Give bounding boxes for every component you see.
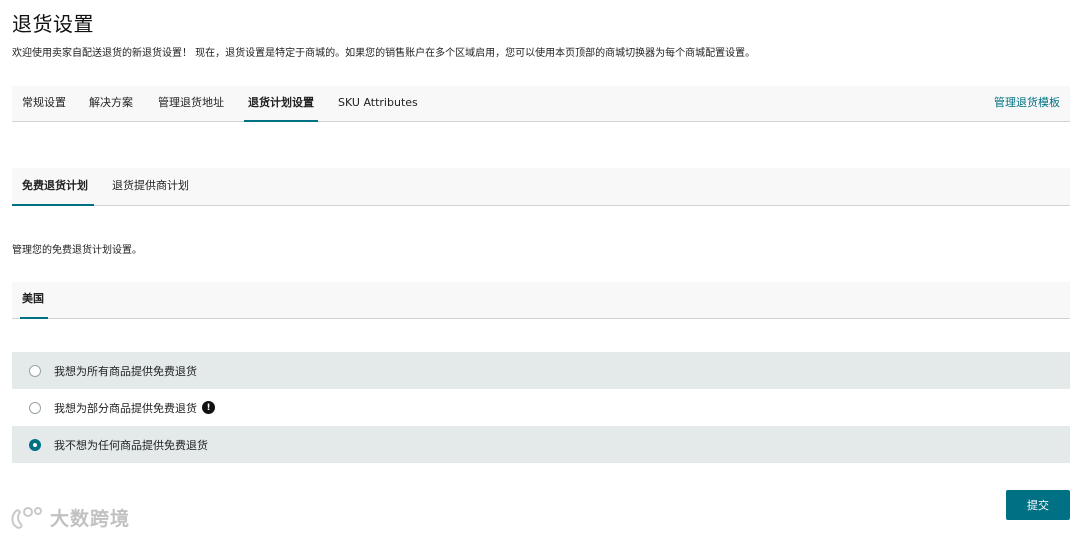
submit-button[interactable]: 提交 <box>1006 490 1070 520</box>
radio-no-items[interactable] <box>29 438 41 451</box>
sub-tab-bar: 免费退货计划 退货提供商计划 <box>12 168 1070 206</box>
option-some-items[interactable]: 我想为部分商品提供免费退货 ! <box>12 389 1070 426</box>
region-tab-us[interactable]: 美国 <box>20 282 48 319</box>
watermark-icon <box>11 506 42 529</box>
main-tab-bar: 常规设置 解决方案 管理退货地址 退货计划设置 SKU Attributes 管… <box>12 86 1070 122</box>
intro-text: 欢迎使用卖家自配送退货的新退货设置！ 现在，退货设置是特定于商城的。如果您的销售… <box>12 48 756 59</box>
region-tab-bar: 美国 <box>12 282 1070 319</box>
section-description: 管理您的免费退货计划设置。 <box>12 245 142 256</box>
option-no-items[interactable]: 我不想为任何商品提供免费退货 <box>12 426 1070 463</box>
free-return-options: 我想为所有商品提供免费退货 我想为部分商品提供免费退货 ! 我不想为任何商品提供… <box>12 352 1070 463</box>
manage-return-template-link[interactable]: 管理退货模板 <box>994 86 1060 122</box>
tab-general-settings[interactable]: 常规设置 <box>22 86 66 122</box>
option-label: 我想为部分商品提供免费退货 <box>54 401 197 415</box>
info-icon[interactable]: ! <box>202 401 215 414</box>
tab-return-program-settings[interactable]: 退货计划设置 <box>244 86 318 122</box>
radio-all-items[interactable] <box>29 364 41 377</box>
option-all-items[interactable]: 我想为所有商品提供免费退货 <box>12 352 1070 389</box>
option-label: 我想为所有商品提供免费退货 <box>54 364 197 378</box>
page-title: 退货设置 <box>12 12 94 36</box>
tab-manage-return-address[interactable]: 管理退货地址 <box>158 86 224 122</box>
subtab-return-provider-program[interactable]: 退货提供商计划 <box>112 168 189 206</box>
tab-sku-attributes[interactable]: SKU Attributes <box>338 86 418 122</box>
watermark-text: 大数跨境 <box>50 508 131 530</box>
radio-some-items[interactable] <box>29 401 41 414</box>
subtab-free-return-program[interactable]: 免费退货计划 <box>12 168 94 206</box>
option-label: 我不想为任何商品提供免费退货 <box>54 438 208 452</box>
watermark-logo: 大数跨境 <box>8 504 130 531</box>
tab-resolutions[interactable]: 解决方案 <box>89 86 133 122</box>
